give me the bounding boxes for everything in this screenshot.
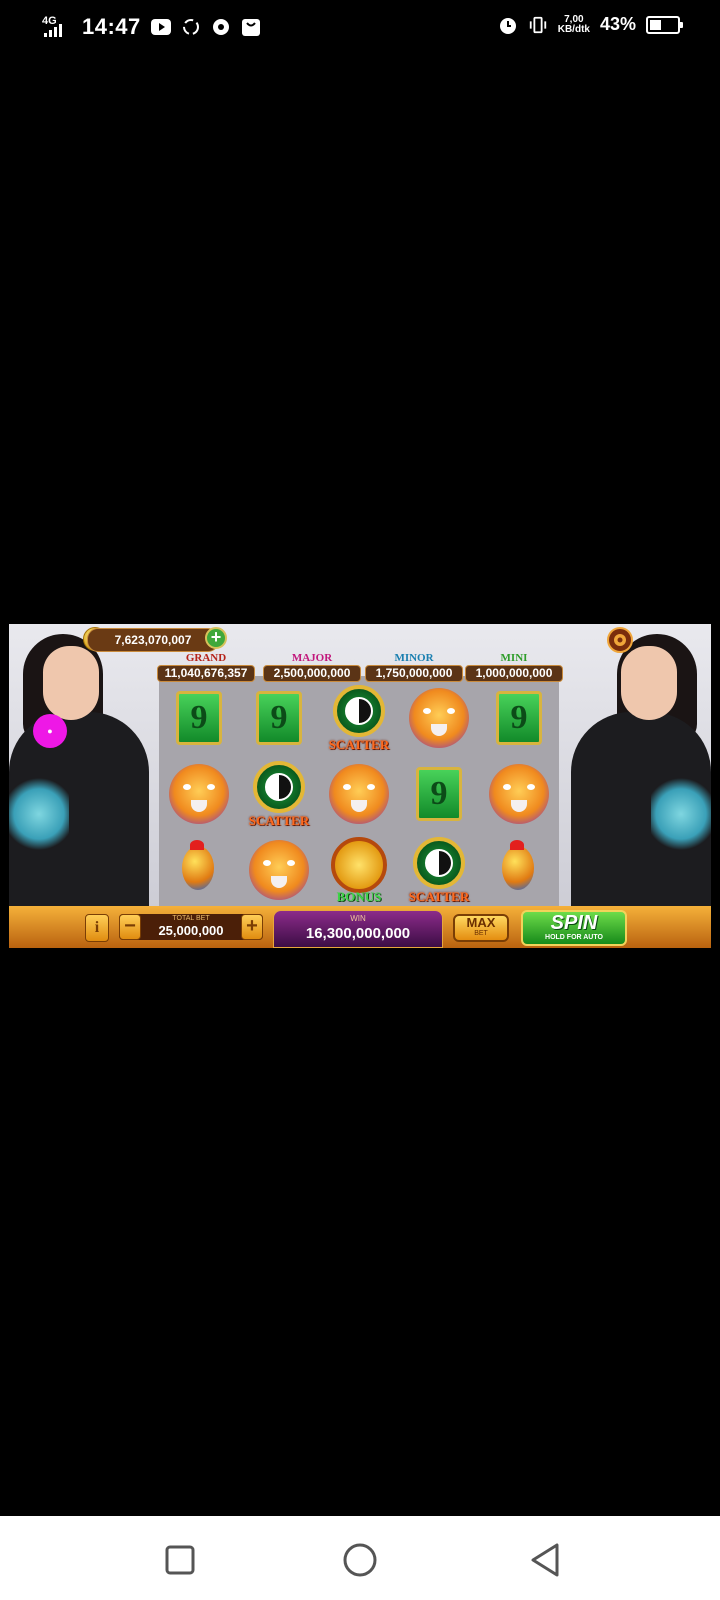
bonus-symbol: BONUS [325, 835, 393, 905]
tiger-symbol [249, 840, 309, 900]
reel-cell [239, 832, 319, 908]
youtube-icon [150, 17, 171, 37]
jackpot-label: GRAND [185, 652, 227, 664]
sync-icon [181, 17, 201, 37]
total-bet-label: TOTAL BET [172, 915, 210, 922]
reel-cell: 9 [239, 680, 319, 756]
battery-percent: 43% [599, 14, 636, 34]
tiger-symbol [489, 764, 549, 824]
win-value: 16,300,000,000 [305, 925, 411, 942]
reel-cell [319, 756, 399, 832]
tiger-symbol [409, 688, 469, 748]
clock: 14:47 [82, 14, 141, 39]
max-bet-label: MAX [466, 915, 496, 930]
speed-value: 7,00 [564, 13, 584, 25]
increase-bet-button[interactable]: + [241, 914, 263, 940]
shopping-bag-icon [241, 17, 261, 37]
scatter-symbol: SCATTER [405, 835, 473, 905]
spin-sub: HOLD FOR AUTO [545, 934, 603, 941]
rooster-symbol [492, 840, 546, 900]
reel-cell [399, 680, 479, 756]
home-circle-icon[interactable] [340, 1540, 380, 1580]
reel-cell [159, 756, 239, 832]
status-left: 4G 14:47 [40, 14, 261, 40]
network-signal-icon: 4G [40, 15, 72, 39]
nine-symbol: 9 [496, 691, 542, 745]
reel-cell: 9 [399, 756, 479, 832]
total-bet-value: 25,000,000 [158, 923, 224, 938]
yin-yang-icon [265, 773, 293, 801]
back-triangle-icon[interactable] [526, 1540, 566, 1580]
decrease-bet-button[interactable]: − [119, 914, 141, 940]
nine-symbol: 9 [176, 691, 222, 745]
status-right: 7,00 KB/dtk 43% [498, 13, 683, 35]
scatter-label: SCATTER [248, 813, 310, 828]
spin-label: SPIN [550, 912, 598, 934]
model-right-image [566, 624, 711, 912]
coin-balance: 7,623,070,007 [87, 628, 219, 652]
floating-assist-button[interactable]: ● [33, 714, 67, 748]
scatter-symbol: SCATTER [245, 759, 313, 829]
jackpot-grand: GRAND 11,040,676,357 [157, 652, 255, 682]
nine-symbol: 9 [416, 767, 462, 821]
model-left-image [9, 624, 154, 912]
network-speed: 7,00 KB/dtk [557, 13, 590, 35]
settings-gear-icon[interactable] [607, 627, 633, 653]
nine-symbol: 9 [256, 691, 302, 745]
win-label: WIN [350, 914, 366, 923]
reel-cell [159, 832, 239, 908]
football-icon [211, 17, 231, 37]
battery-icon [646, 15, 683, 34]
jackpot-label: MAJOR [291, 652, 333, 664]
jackpot-label: MINOR [394, 652, 434, 664]
tiger-symbol [169, 764, 229, 824]
reel-cell: SCATTER [319, 680, 399, 756]
jackpot-mini: MINI 1,000,000,000 [465, 652, 563, 682]
win-display: WIN 16,300,000,000 [273, 910, 443, 948]
add-coins-button[interactable]: + [205, 627, 227, 649]
max-bet-sub: BET [474, 930, 488, 937]
control-bar: i − TOTAL BET 25,000,000 + WIN 16,300,00… [9, 906, 711, 948]
jackpot-label: MINI [500, 652, 528, 664]
jackpot-minor: MINOR 1,750,000,000 [365, 652, 463, 682]
reel-cell: 9 [159, 680, 239, 756]
scatter-symbol: SCATTER [325, 683, 393, 753]
scatter-label: SCATTER [408, 889, 470, 904]
tiger-symbol [329, 764, 389, 824]
yin-yang-icon [345, 697, 373, 725]
paw-icon [331, 837, 387, 893]
info-button[interactable]: i [85, 914, 109, 942]
navigation-bar [0, 1516, 720, 1600]
coin-balance-value: 7,623,070,007 [114, 633, 192, 647]
reel-cell: BONUS [319, 832, 399, 908]
alarm-icon [498, 15, 518, 35]
reel-cell: SCATTER [239, 756, 319, 832]
status-bar: 4G 14:47 7,00 KB/dtk 43% [0, 0, 720, 56]
speed-unit: KB/dtk [557, 23, 590, 35]
reel-cell [479, 756, 559, 832]
vibrate-icon [528, 15, 548, 35]
battery-fill [650, 19, 662, 30]
total-bet-box: − TOTAL BET 25,000,000 + [119, 914, 263, 940]
recents-square-icon[interactable] [160, 1540, 200, 1580]
jackpot-major: MAJOR 2,500,000,000 [263, 652, 361, 682]
reel-cell [479, 832, 559, 908]
max-bet-button[interactable]: MAX BET [453, 914, 509, 942]
bonus-label: BONUS [336, 889, 382, 904]
scatter-label: SCATTER [328, 737, 390, 752]
slot-game-screenshot[interactable]: ● 7,623,070,007 + GRAND 11,040,676,357 MAJ… [9, 624, 711, 948]
rooster-symbol [172, 840, 226, 900]
reel-cell: 9 [479, 680, 559, 756]
reel-cell: SCATTER [399, 832, 479, 908]
yin-yang-icon [425, 849, 453, 877]
reel-grid: 9 9 SCATTER 9 SCATTER 9 BONUS SCATTER [159, 680, 559, 908]
spin-button[interactable]: SPIN HOLD FOR AUTO [521, 910, 627, 946]
